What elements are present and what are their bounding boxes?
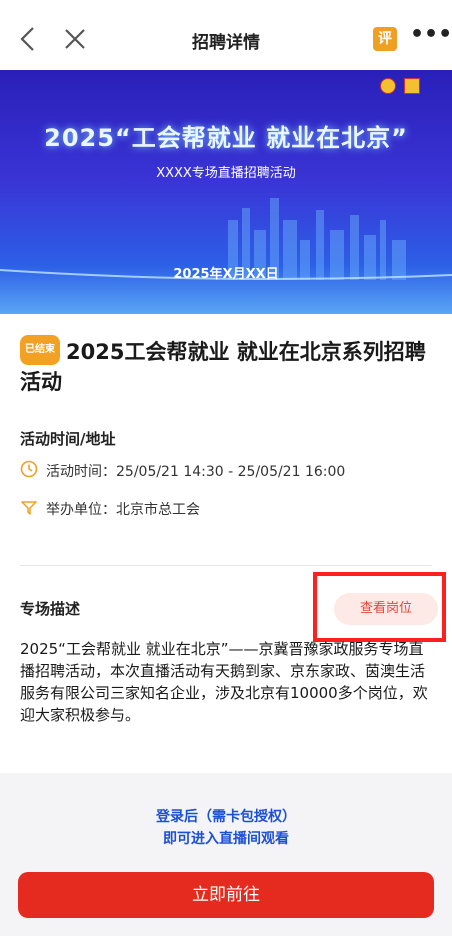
event-description: 2025“工会帮就业 就业在北京”——京冀晋豫家政服务专场直播招聘活动，本次直播…: [20, 640, 428, 724]
divider: [20, 565, 432, 566]
status-badge: 已结束: [20, 335, 60, 365]
login-hint-line1[interactable]: 登录后（需卡包授权）: [0, 806, 452, 828]
status-bar: [0, 0, 452, 8]
activity-time: 活动时间：25/05/21 14:30 - 25/05/21 16:00: [46, 464, 346, 480]
flag-icon: [20, 498, 40, 520]
more-icon[interactable]: •••: [410, 22, 452, 52]
description-label: 专场描述: [20, 600, 81, 618]
event-banner: 2025“工会帮就业 就业在北京” XXXX专场直播招聘活动 2025年X月XX…: [0, 70, 452, 314]
event-title: 2025工会帮就业 就业在北京系列招聘活动: [20, 340, 426, 394]
highlight-box: [313, 572, 446, 642]
organizer-row: 举办单位：北京市总工会: [20, 498, 200, 520]
banner-date: 2025年X月XX日: [173, 267, 279, 282]
evaluate-icon[interactable]: 评: [373, 27, 397, 51]
organizer: 举办单位：北京市总工会: [46, 502, 200, 518]
login-hint[interactable]: 登录后（需卡包授权） 即可进入直播间观看: [0, 806, 452, 850]
clock-icon: [20, 460, 40, 482]
event-header: 已结束 2025工会帮就业 就业在北京系列招聘活动: [20, 335, 440, 396]
activity-time-row: 活动时间：25/05/21 14:30 - 25/05/21 16:00: [20, 460, 345, 482]
time-address-label: 活动时间/地址: [20, 430, 116, 448]
navigation-bar: 招聘详情 评 •••: [0, 8, 452, 70]
login-hint-line2[interactable]: 即可进入直播间观看: [0, 828, 452, 850]
go-now-button[interactable]: 立即前往: [18, 872, 434, 918]
banner-subtitle: XXXX专场直播招聘活动: [156, 166, 296, 181]
banner-title: 2025“工会帮就业 就业在北京”: [44, 124, 408, 152]
